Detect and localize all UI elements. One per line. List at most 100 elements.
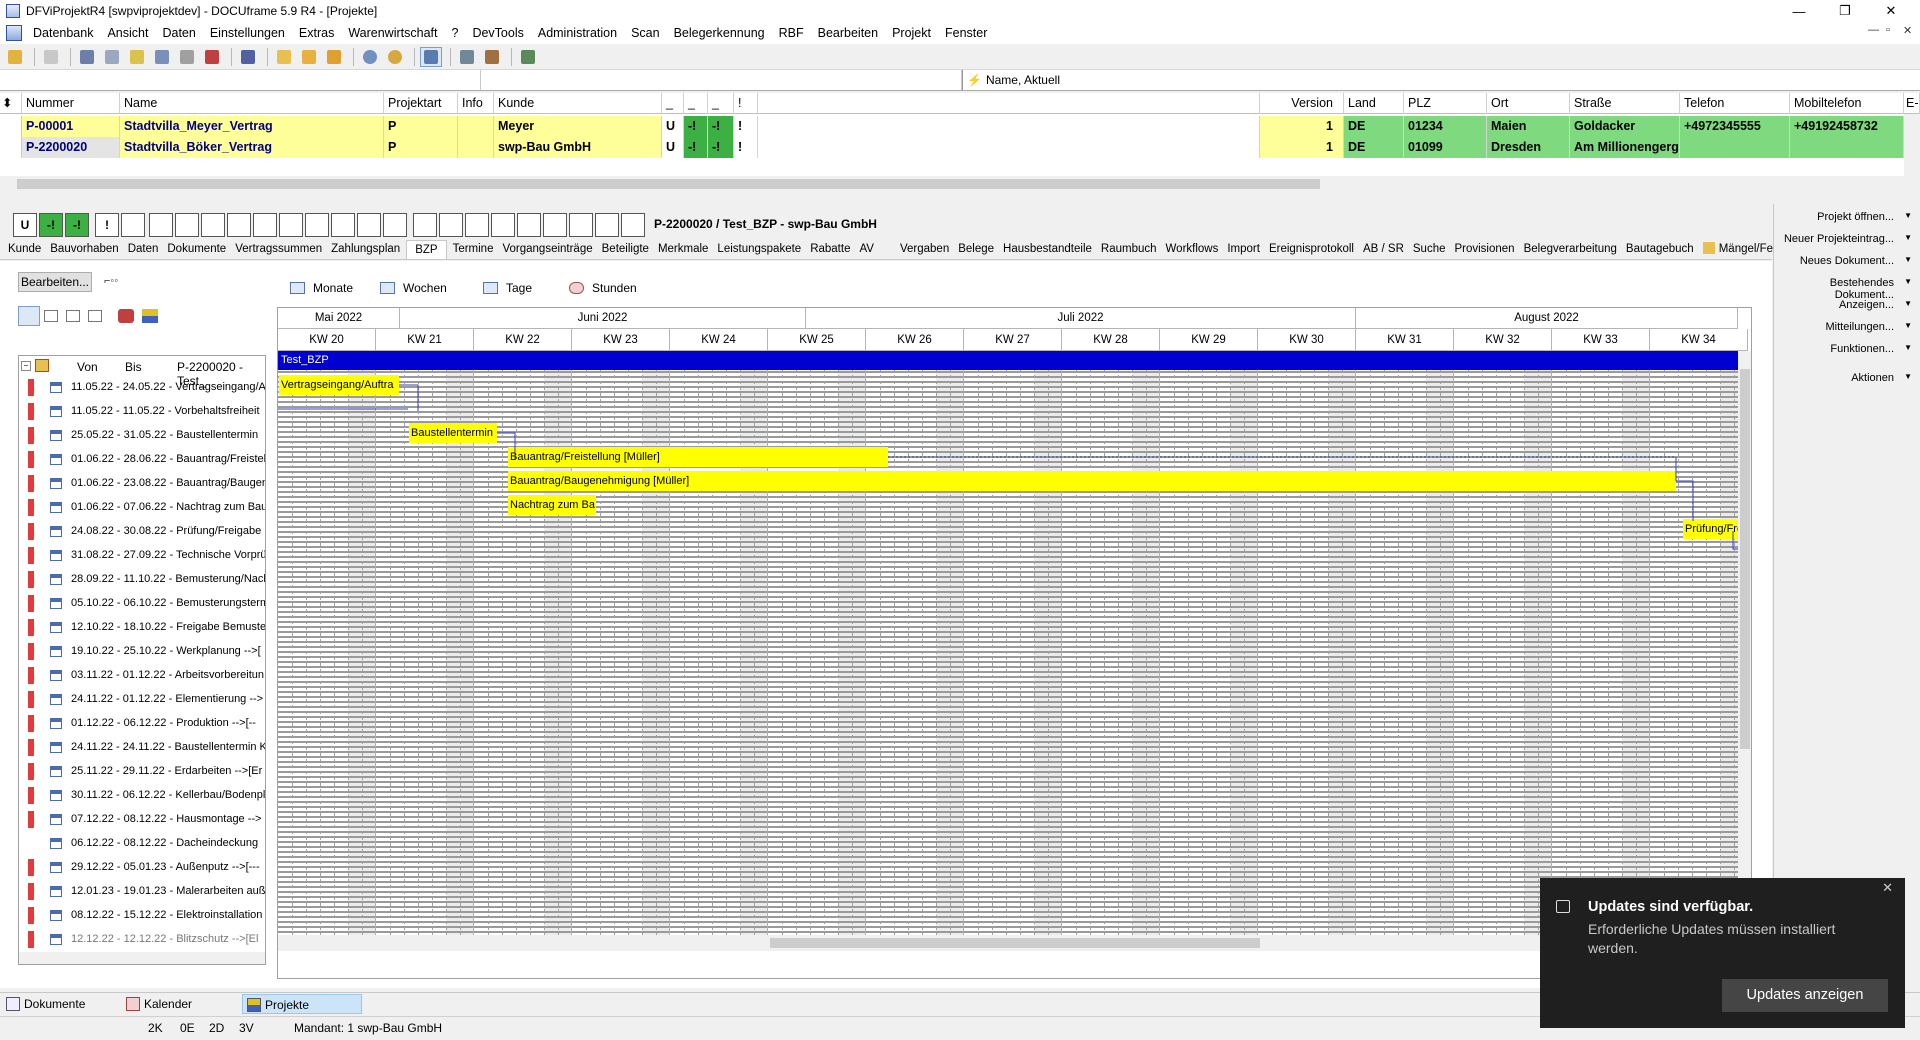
col-status-1[interactable]: _	[684, 93, 708, 114]
col-info[interactable]: Info	[458, 93, 494, 114]
menu-projekt[interactable]: Projekt	[885, 22, 938, 44]
open-folder-icon[interactable]	[4, 47, 26, 67]
list-view-icon[interactable]	[44, 310, 58, 322]
contacts-icon[interactable]	[176, 47, 198, 67]
cell-name[interactable]: Stadtvilla_Böker_Vertrag	[120, 137, 384, 158]
list-item[interactable]: 19.10.22 - 25.10.22 - Werkplanung -->[	[19, 640, 265, 664]
action-aktionen[interactable]: Aktionen	[1772, 372, 1912, 384]
scrollbar-thumb[interactable]	[17, 179, 1320, 189]
note-icon[interactable]	[126, 47, 148, 67]
tools-icon[interactable]	[456, 47, 478, 67]
col-plz[interactable]: PLZ	[1404, 93, 1487, 114]
tab-workflows[interactable]: Workflows	[1163, 240, 1222, 259]
list-item[interactable]: 07.12.22 - 08.12.22 - Hausmontage -->	[19, 808, 265, 832]
tab-import[interactable]: Import	[1224, 240, 1263, 259]
workflow-icon[interactable]	[481, 47, 503, 67]
cell-kunde[interactable]: Meyer	[494, 116, 662, 137]
col-ort[interactable]: Ort	[1487, 93, 1570, 114]
restore-button[interactable]: ❐	[1822, 0, 1868, 22]
list-item[interactable]: 03.11.22 - 01.12.22 - Arbeitsvorbereitun	[19, 664, 265, 688]
col-mobiltelefon[interactable]: Mobiltelefon	[1790, 93, 1904, 114]
menu-warenwirtschaft[interactable]: Warenwirtschaft	[341, 22, 444, 44]
tab-suche[interactable]: Suche	[1410, 240, 1449, 259]
action-mitteilungen[interactable]: Mitteilungen...	[1772, 321, 1912, 333]
cell-status-1[interactable]: -!	[684, 116, 708, 137]
cell-telefon[interactable]	[1680, 137, 1790, 158]
filter-field[interactable]	[0, 70, 481, 90]
cell-land[interactable]: DE	[1344, 116, 1404, 137]
col-kunde[interactable]: Kunde	[494, 93, 662, 114]
action-neues-dokument[interactable]: Neues Dokument...	[1772, 255, 1912, 267]
tab-provisionen[interactable]: Provisionen	[1451, 240, 1517, 259]
bottom-tab-kalender[interactable]: Kalender	[122, 994, 232, 1014]
list-item[interactable]: 30.11.22 - 06.12.22 - Kellerbau/Bodenpla	[19, 784, 265, 808]
export-icon[interactable]	[517, 47, 539, 67]
tab-daten[interactable]: Daten	[125, 240, 162, 259]
scale-stunden[interactable]: Stunden	[569, 278, 637, 298]
col-telefon[interactable]: Telefon	[1680, 93, 1790, 114]
scale-tage[interactable]: Tage	[483, 278, 532, 298]
list-item[interactable]: 24.11.22 - 01.12.22 - Elementierung -->	[19, 688, 265, 712]
cell-status-u[interactable]: U	[662, 137, 684, 158]
list-item[interactable]: 31.08.22 - 27.09.22 - Technische Vorprü	[19, 544, 265, 568]
tab-av[interactable]: AV	[856, 240, 877, 259]
gantt-icon[interactable]	[142, 309, 158, 323]
menu-administration[interactable]: Administration	[531, 22, 624, 44]
col-nummer[interactable]: Nummer	[22, 93, 120, 114]
list-header-von[interactable]: Von	[77, 360, 98, 374]
col-status-u[interactable]: _	[662, 93, 684, 114]
tab-bauvorhaben[interactable]: Bauvorhaben	[47, 240, 121, 259]
list-item[interactable]: 12.12.22 - 12.12.22 - Blitzschutz -->[El	[19, 928, 265, 952]
mdi-child-icon[interactable]	[6, 25, 22, 41]
tab-belegverarbeitung[interactable]: Belegverarbeitung	[1521, 240, 1620, 259]
tab-bautagebuch[interactable]: Bautagebuch	[1623, 240, 1697, 259]
scrollbar-thumb[interactable]	[1740, 369, 1750, 749]
view-toggle-icon[interactable]	[420, 46, 442, 67]
list-item[interactable]: 11.05.22 - 24.05.22 - Vertragseingang/A	[19, 376, 265, 400]
calendar-icon[interactable]	[201, 47, 223, 67]
menu-belegerkennung[interactable]: Belegerkennung	[667, 22, 772, 44]
menu-extras[interactable]: Extras	[292, 22, 341, 44]
menu-daten[interactable]: Daten	[155, 22, 202, 44]
cell-mobiltelefon[interactable]	[1790, 137, 1904, 158]
sort-indicator[interactable]: ⚡ Name, Aktuell	[962, 70, 1920, 90]
action-funktionen[interactable]: Funktionen...	[1772, 343, 1912, 355]
edit-button[interactable]: Bearbeiten...	[18, 272, 92, 292]
tab-vertragssummen[interactable]: Vertragssummen	[232, 240, 325, 259]
gantt-hscroll[interactable]	[278, 935, 1751, 951]
phone-icon[interactable]	[237, 47, 259, 67]
mdi-restore-button[interactable]: ▫	[1886, 24, 1890, 36]
show-updates-button[interactable]: Updates anzeigen	[1722, 979, 1888, 1012]
tab-hausbestandteile[interactable]: Hausbestandteile	[1000, 240, 1095, 259]
action-bestehendes-dokument[interactable]: Bestehendes Dokument...	[1772, 277, 1912, 301]
search-icon[interactable]	[359, 47, 381, 67]
mdi-close-button[interactable]: ✕	[1903, 24, 1912, 37]
cell-plz[interactable]: 01234	[1404, 116, 1487, 137]
col-projektart[interactable]: Projektart	[384, 93, 458, 114]
cell-strasse[interactable]: Goldacker	[1570, 116, 1680, 137]
cell-land[interactable]: DE	[1344, 137, 1404, 158]
cell-status-2[interactable]: -!	[708, 137, 734, 158]
menu-devtools[interactable]: DevTools	[465, 22, 530, 44]
tab-vorgangseintraege[interactable]: Vorgangseinträge	[499, 240, 595, 259]
action-anzeigen[interactable]: Anzeigen...	[1772, 299, 1912, 311]
gantt-vscroll[interactable]	[1738, 351, 1751, 935]
cell-projektart[interactable]: P	[384, 137, 458, 158]
tab-belege[interactable]: Belege	[955, 240, 997, 259]
bottom-tab-projekte[interactable]: Projekte	[242, 994, 362, 1014]
tab-zahlungsplan[interactable]: Zahlungsplan	[328, 240, 403, 259]
cell-status-3[interactable]: !	[734, 116, 758, 137]
list-item[interactable]: 12.10.22 - 18.10.22 - Freigabe Bemuster	[19, 616, 265, 640]
cell-telefon[interactable]: +4972345555	[1680, 116, 1790, 137]
action-neuer-projekteintrag[interactable]: Neuer Projekteintrag...	[1772, 233, 1912, 245]
folder-new-icon[interactable]	[273, 47, 295, 67]
tab-rabatte[interactable]: Rabatte	[807, 240, 853, 259]
tab-ereignisprotokoll[interactable]: Ereignisprotokoll	[1266, 240, 1357, 259]
tab-dokumente[interactable]: Dokumente	[164, 240, 229, 259]
col-status-3[interactable]: !	[734, 93, 758, 114]
cell-ort[interactable]: Dresden	[1487, 137, 1570, 158]
tab-termine[interactable]: Termine	[450, 240, 497, 259]
search-folder-icon[interactable]	[384, 47, 406, 67]
col-version[interactable]: Version	[1260, 93, 1344, 114]
list-item[interactable]: 01.12.22 - 06.12.22 - Produktion -->[--	[19, 712, 265, 736]
